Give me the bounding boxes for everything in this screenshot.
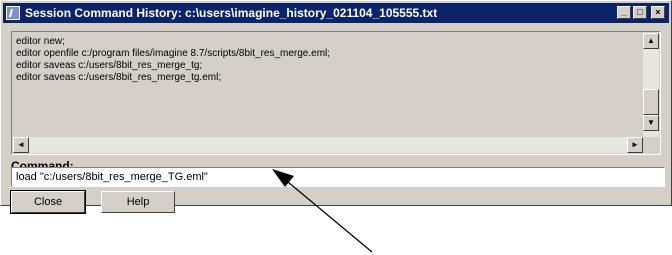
arrow-up-icon[interactable]: ▲ <box>643 33 659 49</box>
history-line: editor saveas c:/users/8bit_res_merge_tg… <box>16 72 222 83</box>
imagine-app-icon <box>6 6 20 20</box>
arrow-right-icon[interactable]: ► <box>627 137 643 153</box>
history-line: editor openfile c:/program files/imagine… <box>16 48 331 59</box>
command-history-panel[interactable]: editor new; editor openfile c:/program f… <box>11 31 661 155</box>
maximize-button[interactable]: □ <box>633 6 647 19</box>
close-window-button[interactable]: × <box>651 6 665 19</box>
history-line: editor new; <box>16 36 65 47</box>
help-button[interactable]: Help <box>101 191 175 213</box>
vertical-scrollbar[interactable]: ▲ ▼ <box>643 33 659 137</box>
window-title: Session Command History: c:\users\imagin… <box>25 6 438 20</box>
minimize-button[interactable]: _ <box>617 6 631 19</box>
close-button[interactable]: Close <box>10 190 86 214</box>
arrow-left-icon[interactable]: ◄ <box>13 137 29 153</box>
vertical-scroll-thumb[interactable] <box>643 89 659 115</box>
title-bar[interactable]: Session Command History: c:\users\imagin… <box>3 3 669 23</box>
command-input[interactable] <box>11 167 665 187</box>
horizontal-scrollbar[interactable]: ◄ ► <box>13 137 643 153</box>
history-line: editor saveas c:/users/8bit_res_merge_tg… <box>16 60 203 71</box>
arrow-down-icon[interactable]: ▼ <box>643 115 659 131</box>
session-command-history-window: Session Command History: c:\users\imagin… <box>0 0 672 214</box>
history-text: editor new; editor openfile c:/program f… <box>16 36 636 84</box>
